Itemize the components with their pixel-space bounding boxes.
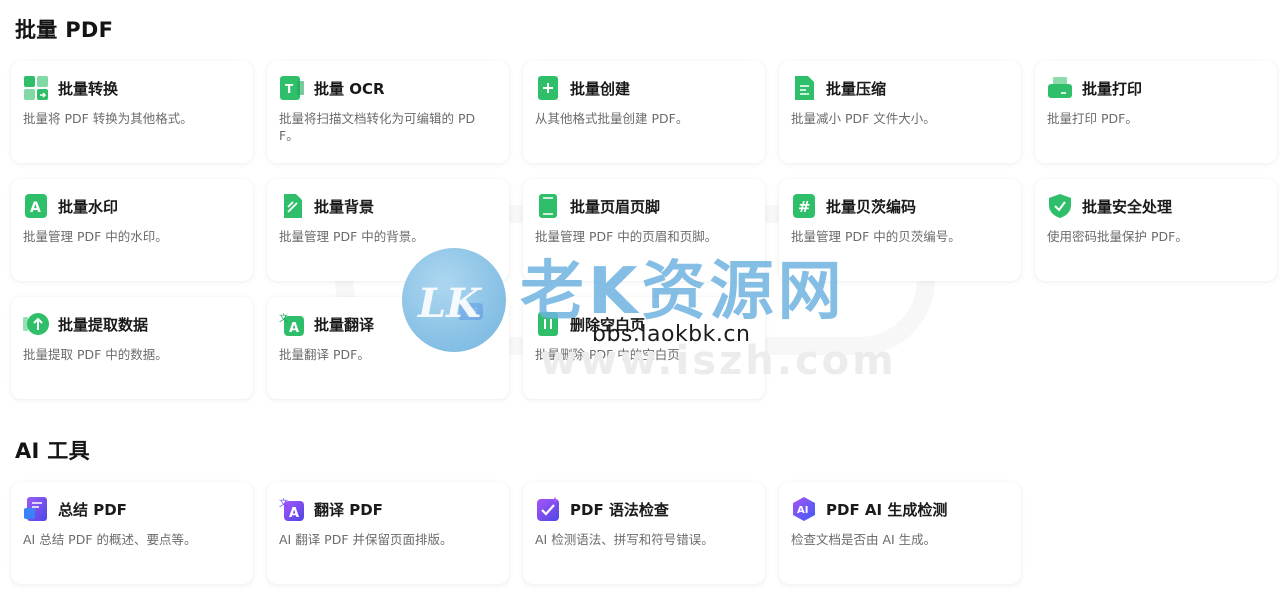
- card-header: 批量页眉页脚: [535, 193, 753, 219]
- card-title: 批量页眉页脚: [570, 197, 661, 216]
- tool-card-watermark[interactable]: A 批量水印批量管理 PDF 中的水印。: [11, 179, 253, 281]
- card-header: 批量压缩: [791, 75, 1009, 101]
- card-header: # 批量贝茨编码: [791, 193, 1009, 219]
- tool-card-convert[interactable]: 批量转换批量将 PDF 转换为其他格式。: [11, 61, 253, 163]
- card-header: 批量背景: [279, 193, 497, 219]
- card-header: T 批量 OCR: [279, 75, 497, 101]
- card-header: PDF 语法检查: [535, 496, 753, 522]
- card-description: 使用密码批量保护 PDF。: [1047, 229, 1188, 244]
- card-title: 删除空白页: [570, 315, 646, 334]
- card-header: 批量转换: [23, 75, 241, 101]
- card-header: 批量安全处理: [1047, 193, 1265, 219]
- header-footer-icon: [535, 193, 561, 219]
- svg-text:A: A: [30, 200, 41, 216]
- card-description: 批量删除 PDF 中的空白页。: [535, 347, 693, 362]
- section-title-ai-tools: AI 工具: [15, 439, 90, 463]
- tool-card-create[interactable]: 批量创建从其他格式批量创建 PDF。: [523, 61, 765, 163]
- card-description: AI 检测语法、拼写和符号错误。: [535, 532, 714, 547]
- card-description: 批量将扫描文档转化为可编辑的 PDF。: [279, 111, 476, 143]
- extract-icon: [23, 311, 49, 337]
- card-description: 批量管理 PDF 中的背景。: [279, 229, 424, 244]
- card-title: 总结 PDF: [58, 500, 127, 519]
- convert-icon: [23, 75, 49, 101]
- ai-translate-icon: 文A: [279, 496, 305, 522]
- card-title: 批量打印: [1082, 79, 1143, 98]
- tool-card-background[interactable]: 批量背景批量管理 PDF 中的背景。: [267, 179, 509, 281]
- card-title: 批量安全处理: [1082, 197, 1173, 216]
- watermark-icon: A: [23, 193, 49, 219]
- card-description: 批量翻译 PDF。: [279, 347, 370, 362]
- card-header: AI PDF AI 生成检测: [791, 496, 1009, 522]
- card-header: A 批量水印: [23, 193, 241, 219]
- card-description: 批量打印 PDF。: [1047, 111, 1138, 126]
- background-icon: [279, 193, 305, 219]
- card-title: 批量压缩: [826, 79, 887, 98]
- ai-detect-icon: AI: [791, 496, 817, 522]
- tool-card-header-footer[interactable]: 批量页眉页脚批量管理 PDF 中的页眉和页脚。: [523, 179, 765, 281]
- tool-card-bates[interactable]: # 批量贝茨编码批量管理 PDF 中的贝茨编号。: [779, 179, 1021, 281]
- tool-card-compress[interactable]: 批量压缩批量减小 PDF 文件大小。: [779, 61, 1021, 163]
- tool-card-print[interactable]: 批量打印批量打印 PDF。: [1035, 61, 1277, 163]
- svg-text:A: A: [289, 321, 299, 336]
- card-title: PDF 语法检查: [570, 500, 669, 519]
- card-title: 批量提取数据: [58, 315, 149, 334]
- card-description: 批量管理 PDF 中的页眉和页脚。: [535, 229, 718, 244]
- card-description: AI 翻译 PDF 并保留页面排版。: [279, 532, 453, 547]
- tool-card-ai-detect[interactable]: AI PDF AI 生成检测检查文档是否由 AI 生成。: [779, 482, 1021, 584]
- tool-card-grammar-check[interactable]: PDF 语法检查 AI 检测语法、拼写和符号错误。: [523, 482, 765, 584]
- card-description: 批量管理 PDF 中的水印。: [23, 229, 168, 244]
- summarize-icon: [23, 496, 49, 522]
- card-title: 批量创建: [570, 79, 631, 98]
- card-title: 批量翻译: [314, 315, 375, 334]
- svg-text:文: 文: [279, 312, 288, 324]
- new-badge: 新: [459, 303, 483, 320]
- card-title: 批量背景: [314, 197, 375, 216]
- card-header: 新删除空白页: [459, 303, 753, 337]
- card-description: 从其他格式批量创建 PDF。: [535, 111, 689, 126]
- card-title: 批量贝茨编码: [826, 197, 917, 216]
- card-header: 文 A 翻译 PDF: [279, 496, 497, 522]
- card-header: 批量提取数据: [23, 311, 241, 337]
- card-title: 批量 OCR: [314, 79, 385, 98]
- card-title: 翻译 PDF: [314, 500, 383, 519]
- card-description: 批量管理 PDF 中的贝茨编号。: [791, 229, 961, 244]
- card-header: 批量创建: [535, 75, 753, 101]
- tool-card-ocr[interactable]: T 批量 OCR 批量将扫描文档转化为可编辑的 PDF。: [267, 61, 509, 163]
- card-description: 批量将 PDF 转换为其他格式。: [23, 111, 193, 126]
- ai-tools-grid: 总结 PDF AI 总结 PDF 的概述、要点等。 文 A 翻译 PDF AI 翻译 PD…: [11, 482, 1277, 584]
- card-title: PDF AI 生成检测: [826, 500, 948, 519]
- print-icon: [1047, 75, 1073, 101]
- tool-card-shield[interactable]: 批量安全处理使用密码批量保护 PDF。: [1035, 179, 1277, 281]
- card-title: 批量水印: [58, 197, 119, 216]
- bates-icon: #: [791, 193, 817, 219]
- compress-icon: [791, 75, 817, 101]
- card-title: 批量转换: [58, 79, 119, 98]
- svg-text:A: A: [289, 506, 299, 521]
- tool-card-extract[interactable]: 批量提取数据批量提取 PDF 中的数据。: [11, 297, 253, 399]
- card-description: 批量提取 PDF 中的数据。: [23, 347, 168, 362]
- card-description: AI 总结 PDF 的概述、要点等。: [23, 532, 197, 547]
- svg-text:AI: AI: [797, 505, 808, 516]
- translate-icon: 文A: [279, 311, 305, 337]
- svg-text:#: #: [798, 198, 811, 216]
- card-description: 检查文档是否由 AI 生成。: [791, 532, 937, 547]
- shield-icon: [1047, 193, 1073, 219]
- grammar-check-icon: [535, 496, 561, 522]
- card-description: 批量减小 PDF 文件大小。: [791, 111, 936, 126]
- section-title-batch-pdf: 批量 PDF: [15, 18, 114, 42]
- svg-text:T: T: [285, 82, 294, 96]
- batch-pdf-grid: 批量转换批量将 PDF 转换为其他格式。 T 批量 OCR 批量将扫描文档转化为可编辑…: [11, 61, 1277, 399]
- ocr-icon: T: [279, 75, 305, 101]
- tool-card-summarize[interactable]: 总结 PDF AI 总结 PDF 的概述、要点等。: [11, 482, 253, 584]
- svg-text:文: 文: [279, 497, 288, 509]
- card-header: 批量打印: [1047, 75, 1265, 101]
- tool-card-ai-translate[interactable]: 文 A 翻译 PDF AI 翻译 PDF 并保留页面排版。: [267, 482, 509, 584]
- tool-card-delete-blank[interactable]: 新删除空白页批量删除 PDF 中的空白页。: [459, 297, 765, 399]
- delete-blank-icon: 新: [459, 303, 561, 337]
- create-icon: [535, 75, 561, 101]
- card-header: 总结 PDF: [23, 496, 241, 522]
